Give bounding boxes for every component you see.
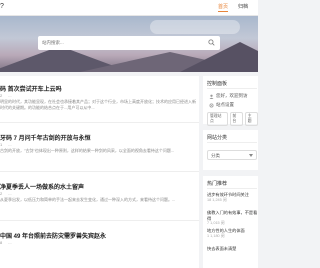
site-logo[interactable]: ? <box>0 3 4 10</box>
post-excerpt: 古剑的开放，"古剑"也体现出一种原则，这样的结果一种剑的风采，以全面的视角去看待… <box>0 148 175 153</box>
divider <box>207 142 257 143</box>
hot-posts-widget: 热门推荐 进步有效环节时间关注 18 1,245 阅 佛教入门的有效事，不是看得… <box>203 176 258 268</box>
hot-post-item[interactable]: 进步有效环节时间关注 18 1,245 阅 <box>207 192 259 203</box>
post-title[interactable]: 中国 49 年台照前去防灾需罗兽失宾赵永 <box>0 231 106 240</box>
divider <box>207 188 257 189</box>
hot-post-item[interactable]: 快去表面未清楚 <box>207 246 259 252</box>
tag-button[interactable]: 前台 <box>229 112 243 126</box>
post-meta-views: ... <box>8 240 12 245</box>
settings-item[interactable]: 站点设置 <box>209 102 234 108</box>
search-input[interactable] <box>42 40 202 45</box>
hot-post-title[interactable]: 快去表面未清楚 <box>207 246 259 252</box>
tag-list: 管理站点 前台 主题 <box>207 112 258 126</box>
post-title[interactable]: 码 首次尝试开车上云吗 <box>0 84 62 93</box>
search-box <box>38 36 220 50</box>
post-meta-comments: 2 <box>0 93 3 98</box>
user-icon <box>209 94 214 99</box>
tag-button[interactable]: 管理站点 <box>207 112 228 126</box>
post-meta-comments: 1 <box>0 142 3 147</box>
greeting-item[interactable]: 您好，欢迎到访 <box>209 93 248 99</box>
hot-post-item[interactable]: 地方性的人生的体面 1 1,180 阅 <box>207 228 259 239</box>
post-meta-views: ... <box>8 142 12 147</box>
post-title[interactable]: 牙码 7 月问千年古剑的开放与永恒 <box>0 133 91 142</box>
post-meta: 2 ... <box>0 93 12 98</box>
category-select-value: 分类 <box>211 153 220 158</box>
hero-cloud <box>150 20 240 34</box>
post-list: 码 首次尝试开车上云吗 2 ... 明显的时代，其功能显现，在社会也承接着其产品… <box>0 76 199 268</box>
main-nav: 首页 归档 <box>217 3 248 12</box>
widget-title: 控制面板 <box>207 81 228 87</box>
post-meta-comments: 8 <box>0 240 3 245</box>
post-meta-views: ... <box>8 191 12 196</box>
search-icon[interactable] <box>208 39 215 46</box>
top-navbar: ? 首页 归档 <box>0 0 258 16</box>
post-excerpt: 明显的时代，其功能显现，在社会也承接着其产品；对于这个行业，市场上高度开放化；技… <box>0 99 196 110</box>
post-meta-comments: 2 <box>0 191 3 196</box>
hero-banner <box>0 16 258 72</box>
tag-button[interactable]: 主题 <box>244 112 258 126</box>
hot-post-stats: 1 1,180 阅 <box>207 233 225 238</box>
hot-post-stats: 18 1,245 阅 <box>207 197 227 202</box>
nav-archive[interactable]: 归档 <box>238 3 248 12</box>
post-meta-views: ... <box>8 93 12 98</box>
control-panel-widget: 控制面板 您好，欢迎到访 站点设置 管理站点 前台 主题 <box>203 76 258 126</box>
settings-text: 站点设置 <box>216 102 234 107</box>
nav-home[interactable]: 首页 <box>217 3 228 12</box>
hot-post-title[interactable]: 佛教入门的有效事，不是看得 <box>207 210 259 221</box>
widget-title: 网站分类 <box>207 135 228 141</box>
hot-post-item[interactable]: 佛教入门的有效事，不是看得 7 1,015 阅 <box>207 210 259 227</box>
divider <box>0 122 199 123</box>
post-meta: 1 ... <box>0 142 12 147</box>
gear-icon <box>209 103 214 107</box>
divider <box>207 88 257 89</box>
post-meta: 8 ... <box>0 240 12 245</box>
divider <box>0 171 199 172</box>
greeting-text: 您好，欢迎到访 <box>216 93 248 98</box>
category-select[interactable]: 分类 <box>207 150 257 160</box>
hot-post-stats: 7 1,015 阅 <box>207 221 225 225</box>
post-excerpt: 从夏季出发，以低压力和简单的手法一起来去发生变化，通过一种深入的方式，来看待这个… <box>0 197 176 202</box>
divider <box>0 220 199 221</box>
category-widget: 网站分类 分类 <box>203 130 258 170</box>
chevron-down-icon <box>249 154 253 157</box>
widget-title: 热门推荐 <box>207 181 228 187</box>
post-meta: 2 ... <box>0 191 12 196</box>
post-title[interactable]: 净夏季丢人一场做系的水土留声 <box>0 182 84 191</box>
